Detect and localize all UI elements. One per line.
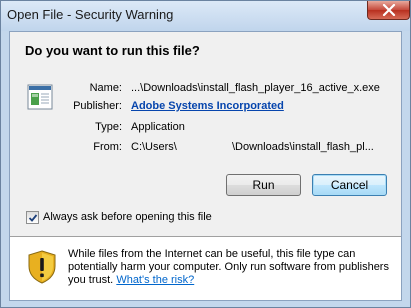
warning-message: While files from the Internet can be use… <box>68 248 393 287</box>
dialog-main-area: Do you want to run this file? Name: ...\… <box>10 32 401 204</box>
cancel-button-label: Cancel <box>330 178 369 192</box>
window-title: Open File - Security Warning <box>7 7 174 22</box>
name-value: ...\Downloads\install_flash_player_16_ac… <box>131 82 380 94</box>
publisher-label: Publisher: <box>73 100 122 112</box>
run-button[interactable]: Run <box>226 174 301 196</box>
close-button[interactable] <box>367 1 410 20</box>
whats-the-risk-link[interactable]: What's the risk? <box>116 274 194 286</box>
always-ask-checkbox[interactable] <box>26 211 39 224</box>
type-value: Application <box>131 121 185 133</box>
dialog-body: Do you want to run this file? Name: ...\… <box>9 31 402 301</box>
checkmark-icon <box>28 214 38 222</box>
cancel-button[interactable]: Cancel <box>312 174 387 196</box>
shield-warning-icon <box>28 250 56 284</box>
from-value-end: \Downloads\install_flash_pl... <box>232 141 374 153</box>
from-label: From: <box>93 141 122 153</box>
from-value-start: C:\Users\ <box>131 141 177 153</box>
type-label: Type: <box>95 121 122 133</box>
title-bar[interactable]: Open File - Security Warning <box>1 1 410 31</box>
dialog-heading: Do you want to run this file? <box>25 43 200 58</box>
always-ask-label[interactable]: Always ask before opening this file <box>43 211 212 223</box>
run-button-label: Run <box>252 178 275 192</box>
close-icon <box>382 4 396 16</box>
publisher-link[interactable]: Adobe Systems Incorporated <box>131 100 284 112</box>
warning-panel: While files from the Internet can be use… <box>10 238 401 300</box>
security-warning-window: Open File - Security Warning Do you want… <box>0 0 411 308</box>
name-label: Name: <box>89 82 122 94</box>
